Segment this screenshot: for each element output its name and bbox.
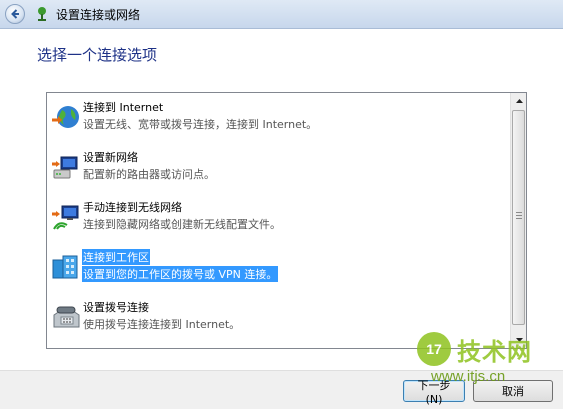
option-description: 使用拨号连接连接到 Internet。	[83, 318, 241, 331]
grip-line	[516, 218, 522, 219]
option-description: 设置到您的工作区的拨号或 VPN 连接。	[82, 266, 279, 282]
grip-line	[516, 212, 522, 213]
watermark-brand: 技术网	[457, 338, 532, 366]
dialup-phone-icon	[53, 306, 80, 328]
option-description: 配置新的路由器或访问点。	[83, 168, 215, 181]
connection-options-list[interactable]: 连接到 Internet 设置无线、宽带或拨号连接，连接到 Internet。 …	[46, 92, 527, 349]
option-connect-workplace[interactable]: 连接到工作区 设置到您的工作区的拨号或 VPN 连接。	[47, 247, 511, 293]
option-connect-internet[interactable]: 连接到 Internet 设置无线、宽带或拨号连接，连接到 Internet。	[47, 97, 511, 143]
vertical-scrollbar[interactable]	[510, 93, 526, 348]
title-bar: 设置连接或网络	[0, 0, 563, 29]
option-title: 连接到工作区	[82, 249, 150, 265]
watermark: 17 技术网 www.itjs.cn	[417, 330, 563, 390]
scrollbar-thumb[interactable]	[512, 110, 525, 325]
option-title: 手动连接到无线网络	[83, 201, 182, 214]
globe-icon	[52, 106, 79, 128]
option-manual-wireless[interactable]: 手动连接到无线网络 连接到隐藏网络或创建新无线配置文件。	[47, 197, 511, 243]
back-arrow-icon	[11, 9, 19, 19]
option-title: 连接到 Internet	[83, 101, 164, 114]
scroll-up-arrow-icon	[515, 99, 523, 103]
network-setup-icon	[38, 7, 46, 21]
watermark-url: www.itjs.cn	[431, 368, 506, 385]
option-setup-new-network[interactable]: 设置新网络 配置新的路由器或访问点。	[47, 147, 511, 193]
grip-line	[516, 215, 522, 216]
option-description: 设置无线、宽带或拨号连接，连接到 Internet。	[83, 118, 318, 131]
option-description: 连接到隐藏网络或创建新无线配置文件。	[83, 218, 281, 231]
scroll-up-button[interactable]	[512, 94, 526, 108]
watermark-badge: 17	[417, 332, 451, 366]
page-heading: 选择一个连接选项	[37, 46, 158, 64]
window-title: 设置连接或网络	[56, 8, 141, 22]
option-title: 设置拨号连接	[83, 301, 149, 314]
back-button[interactable]	[5, 4, 25, 24]
wireless-network-icon	[52, 205, 79, 230]
workplace-vpn-icon	[52, 255, 78, 279]
option-title: 设置新网络	[83, 151, 138, 164]
network-router-icon	[52, 156, 78, 179]
